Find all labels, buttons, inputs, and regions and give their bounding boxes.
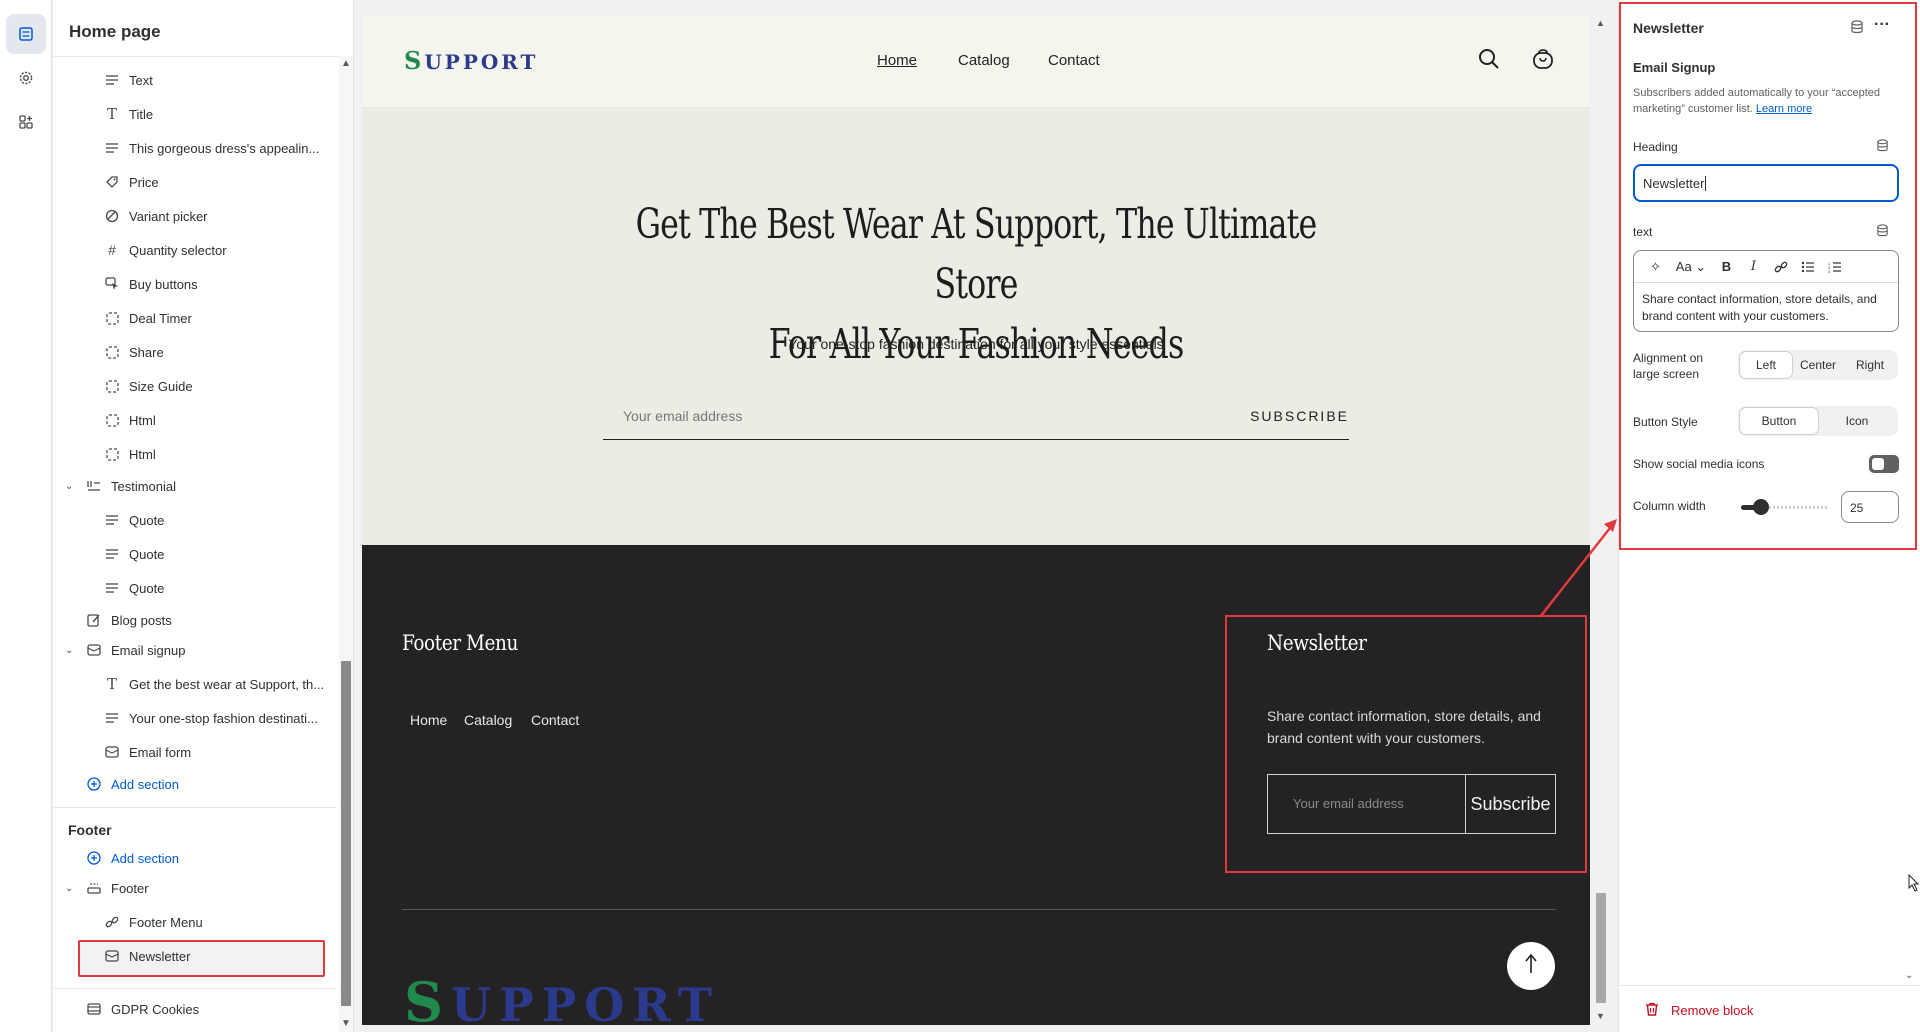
tree-section-blog-posts[interactable]: Blog posts [86, 607, 172, 633]
title-t-icon: T [106, 105, 117, 123]
hero-email-form: Your email address SUBSCRIBE [603, 398, 1349, 440]
newsletter-preview-highlight [1225, 615, 1587, 873]
chevron-down-icon[interactable]: ⌄ [65, 481, 73, 492]
tree-item-description[interactable]: This gorgeous dress's appealin... [104, 135, 319, 161]
tree-item-email-form[interactable]: Email form [104, 739, 191, 765]
edit-note-icon [86, 612, 102, 628]
settings-panel-highlight [1619, 2, 1917, 550]
email-signup-hero-section: Get The Best Wear At Support, The Ultima… [362, 108, 1590, 545]
app-icon-rail [0, 0, 52, 1032]
panel-scroll-down-icon[interactable]: ⌄ [1905, 970, 1913, 981]
apps-icon[interactable] [6, 102, 46, 142]
tree-item-size-guide[interactable]: Size Guide [104, 373, 193, 399]
tree-item-html[interactable]: Html [104, 441, 156, 467]
footer-layout-icon [86, 880, 102, 896]
scroll-to-top-button[interactable] [1507, 942, 1555, 990]
sidebar-scrollbar[interactable]: ▲ ▼ [339, 56, 353, 1032]
chevron-down-icon[interactable]: ⌄ [65, 645, 73, 656]
tree-item-email-text[interactable]: Your one-stop fashion destinati... [104, 705, 318, 731]
variant-icon [104, 208, 120, 224]
price-tag-icon [104, 174, 120, 190]
text-lines-icon [104, 140, 120, 156]
footer-link-contact[interactable]: Contact [531, 712, 579, 728]
cursor-click-icon [104, 276, 120, 292]
link-icon [104, 914, 120, 930]
layout-icon [86, 1001, 102, 1017]
page-title: Home page [69, 22, 161, 41]
scroll-up-arrow-icon[interactable]: ▲ [341, 58, 351, 69]
store-header: SUPPORT Home Catalog Contact [362, 16, 1590, 108]
scrollbar-thumb[interactable] [341, 661, 351, 1006]
store-preview-canvas: SUPPORT Home Catalog Contact Get The Bes… [362, 16, 1590, 1025]
tree-item-html[interactable]: Html [104, 407, 156, 433]
remove-block-button[interactable]: Remove block [1645, 1002, 1753, 1019]
footer-menu-heading: Footer Menu [402, 631, 518, 655]
preview-scrollbar-thumb[interactable] [1596, 893, 1606, 1003]
footer-logo: SUPPORT [404, 970, 721, 1025]
settings-gear-icon[interactable] [6, 58, 46, 98]
cart-bag-icon[interactable] [1532, 48, 1554, 75]
hash-icon: # [108, 242, 116, 258]
text-lines-icon [104, 580, 120, 596]
dashed-square-icon [104, 310, 120, 326]
tree-section-testimonial[interactable]: ⌄ Testimonial [65, 473, 176, 499]
tree-item-quote[interactable]: Quote [104, 575, 164, 601]
dashed-square-icon [104, 412, 120, 428]
envelope-icon [104, 744, 120, 760]
tree-item-quantity-selector[interactable]: # Quantity selector [104, 237, 226, 263]
tree-item-price[interactable]: Price [104, 169, 159, 195]
text-lines-icon [104, 512, 120, 528]
footer-add-section-button[interactable]: Add section [86, 845, 179, 871]
scroll-up-arrow-icon[interactable]: ▲ [1596, 18, 1605, 28]
nav-catalog-link[interactable]: Catalog [958, 52, 1010, 69]
tree-item-quote[interactable]: Quote [104, 507, 164, 533]
chevron-down-icon[interactable]: ⌄ [65, 883, 73, 894]
tree-section-footer[interactable]: ⌄ Footer [65, 875, 149, 901]
tree-item-buy-buttons[interactable]: Buy buttons [104, 271, 198, 297]
tree-item-variant-picker[interactable]: Variant picker [104, 203, 208, 229]
tree-item-share[interactable]: Share [104, 339, 164, 365]
footer-link-catalog[interactable]: Catalog [464, 712, 512, 728]
tree-item-text[interactable]: Text [104, 67, 153, 93]
mouse-cursor-icon [1908, 873, 1920, 897]
tree-item-newsletter[interactable]: Newsletter [104, 943, 190, 969]
text-lines-icon [104, 72, 120, 88]
sections-icon[interactable] [6, 14, 46, 54]
tree-item-quote[interactable]: Quote [104, 541, 164, 567]
plus-circle-icon [86, 850, 102, 866]
add-section-button[interactable]: Add section [86, 771, 179, 797]
scroll-down-arrow-icon[interactable]: ▼ [1596, 1011, 1605, 1021]
arrow-up-icon [1524, 953, 1538, 980]
hero-email-input[interactable]: Your email address [623, 408, 742, 424]
scroll-down-arrow-icon[interactable]: ▼ [341, 1018, 351, 1029]
dashed-square-icon [104, 378, 120, 394]
tree-item-footer-menu[interactable]: Footer Menu [104, 909, 203, 935]
tree-item-title[interactable]: T Title [104, 101, 153, 127]
tree-section-gdpr-cookies[interactable]: GDPR Cookies [86, 996, 199, 1022]
tree-item-deal-timer[interactable]: Deal Timer [104, 305, 192, 331]
preview-scrollbar[interactable]: ▲ ▼ [1593, 16, 1609, 1025]
envelope-icon [86, 642, 102, 658]
store-logo[interactable]: SUPPORT [404, 46, 538, 75]
nav-home-link[interactable]: Home [877, 52, 917, 69]
envelope-icon [104, 948, 120, 964]
plus-circle-icon [86, 776, 102, 792]
tree-section-email-signup[interactable]: ⌄ Email signup [65, 637, 185, 663]
hero-subscribe-button[interactable]: SUBSCRIBE [1250, 408, 1349, 424]
title-t-icon: T [106, 675, 117, 693]
search-icon[interactable] [1478, 48, 1500, 75]
hero-subtitle: Your one-stop fashion destination for al… [788, 336, 1164, 352]
footer-link-home[interactable]: Home [410, 712, 447, 728]
nav-contact-link[interactable]: Contact [1048, 52, 1100, 69]
text-lines-icon [104, 710, 120, 726]
trash-icon [1645, 1002, 1659, 1019]
dashed-square-icon [104, 446, 120, 462]
footer-group-title: Footer [68, 822, 112, 838]
text-lines-icon [104, 546, 120, 562]
testimonial-icon [86, 478, 102, 494]
dashed-square-icon [104, 344, 120, 360]
tree-item-email-heading[interactable]: T Get the best wear at Support, th... [104, 671, 324, 697]
